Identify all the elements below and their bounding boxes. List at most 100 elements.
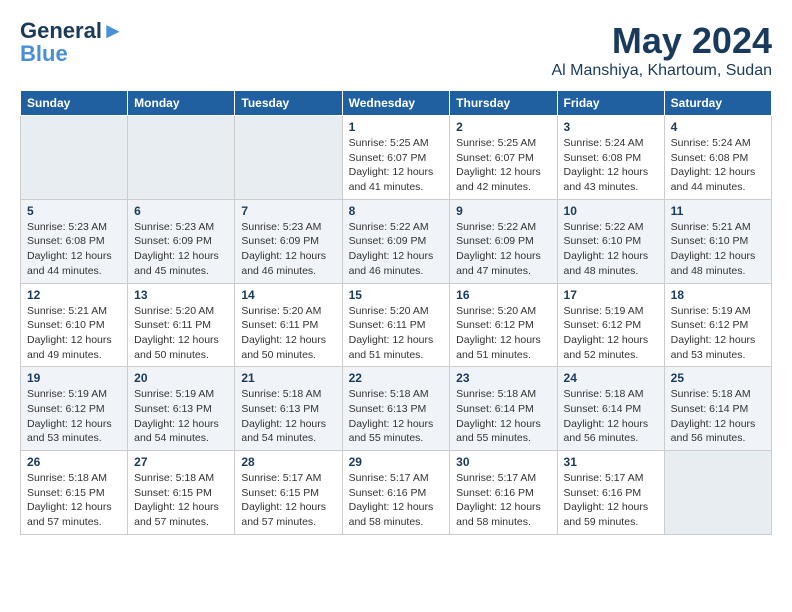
day-info: Sunrise: 5:17 AM Sunset: 6:16 PM Dayligh… <box>564 471 658 530</box>
title-area: May 2024 Al Manshiya, Khartoum, Sudan <box>551 20 772 80</box>
day-number: 21 <box>241 371 335 385</box>
day-number: 7 <box>241 204 335 218</box>
day-number: 20 <box>134 371 228 385</box>
calendar-cell: 7 Sunrise: 5:23 AM Sunset: 6:09 PM Daylig… <box>235 199 342 283</box>
logo: General► Blue <box>20 20 124 66</box>
day-number: 23 <box>456 371 550 385</box>
calendar-cell: 27 Sunrise: 5:18 AM Sunset: 6:15 PM Dayli… <box>128 451 235 535</box>
day-number: 9 <box>456 204 550 218</box>
day-info: Sunrise: 5:24 AM Sunset: 6:08 PM Dayligh… <box>564 136 658 195</box>
page-header: General► Blue May 2024 Al Manshiya, Khar… <box>20 20 772 80</box>
day-info: Sunrise: 5:20 AM Sunset: 6:12 PM Dayligh… <box>456 304 550 363</box>
day-info: Sunrise: 5:17 AM Sunset: 6:16 PM Dayligh… <box>456 471 550 530</box>
day-number: 28 <box>241 455 335 469</box>
calendar-cell: 8Sunrise: 5:22 AM Sunset: 6:09 PM Daylig… <box>342 199 450 283</box>
day-info: Sunrise: 5:25 AM Sunset: 6:07 PM Dayligh… <box>456 136 550 195</box>
day-info: Sunrise: 5:20 AM Sunset: 6:11 PM Dayligh… <box>349 304 444 363</box>
calendar-cell: 6 Sunrise: 5:23 AM Sunset: 6:09 PM Daylig… <box>128 199 235 283</box>
calendar-cell: 21 Sunrise: 5:18 AM Sunset: 6:13 PM Dayli… <box>235 367 342 451</box>
calendar-cell: 11 Sunrise: 5:21 AM Sunset: 6:10 PM Dayli… <box>664 199 771 283</box>
calendar-cell: 29 Sunrise: 5:17 AM Sunset: 6:16 PM Dayli… <box>342 451 450 535</box>
col-thursday: Thursday <box>450 91 557 116</box>
calendar-cell: 15 Sunrise: 5:20 AM Sunset: 6:11 PM Dayli… <box>342 283 450 367</box>
calendar-cell: 12Sunrise: 5:21 AM Sunset: 6:10 PM Dayli… <box>21 283 128 367</box>
calendar-cell: 17 Sunrise: 5:19 AM Sunset: 6:12 PM Dayli… <box>557 283 664 367</box>
calendar-cell <box>235 116 342 200</box>
calendar-cell: 10Sunrise: 5:22 AM Sunset: 6:10 PM Dayli… <box>557 199 664 283</box>
day-number: 29 <box>349 455 444 469</box>
day-info: Sunrise: 5:17 AM Sunset: 6:16 PM Dayligh… <box>349 471 444 530</box>
day-info: Sunrise: 5:22 AM Sunset: 6:10 PM Dayligh… <box>564 220 658 279</box>
day-number: 5 <box>27 204 121 218</box>
day-info: Sunrise: 5:18 AM Sunset: 6:15 PM Dayligh… <box>27 471 121 530</box>
day-info: Sunrise: 5:19 AM Sunset: 6:12 PM Dayligh… <box>671 304 765 363</box>
day-info: Sunrise: 5:20 AM Sunset: 6:11 PM Dayligh… <box>241 304 335 363</box>
calendar-week-row: 1Sunrise: 5:25 AM Sunset: 6:07 PM Daylig… <box>21 116 772 200</box>
day-number: 12 <box>27 288 121 302</box>
calendar-cell: 2 Sunrise: 5:25 AM Sunset: 6:07 PM Daylig… <box>450 116 557 200</box>
day-info: Sunrise: 5:19 AM Sunset: 6:13 PM Dayligh… <box>134 387 228 446</box>
calendar-week-row: 5 Sunrise: 5:23 AM Sunset: 6:08 PM Daylig… <box>21 199 772 283</box>
location: Al Manshiya, Khartoum, Sudan <box>551 62 772 80</box>
day-number: 19 <box>27 371 121 385</box>
day-number: 4 <box>671 120 765 134</box>
day-number: 26 <box>27 455 121 469</box>
calendar-cell: 22 Sunrise: 5:18 AM Sunset: 6:13 PM Dayli… <box>342 367 450 451</box>
day-info: Sunrise: 5:23 AM Sunset: 6:09 PM Dayligh… <box>241 220 335 279</box>
calendar-cell: 30Sunrise: 5:17 AM Sunset: 6:16 PM Dayli… <box>450 451 557 535</box>
day-number: 11 <box>671 204 765 218</box>
day-number: 2 <box>456 120 550 134</box>
day-info: Sunrise: 5:18 AM Sunset: 6:14 PM Dayligh… <box>564 387 658 446</box>
day-info: Sunrise: 5:18 AM Sunset: 6:15 PM Dayligh… <box>134 471 228 530</box>
day-number: 18 <box>671 288 765 302</box>
day-info: Sunrise: 5:17 AM Sunset: 6:15 PM Dayligh… <box>241 471 335 530</box>
day-number: 31 <box>564 455 658 469</box>
day-info: Sunrise: 5:22 AM Sunset: 6:09 PM Dayligh… <box>456 220 550 279</box>
calendar-cell: 25 Sunrise: 5:18 AM Sunset: 6:14 PM Dayli… <box>664 367 771 451</box>
calendar-cell: 13 Sunrise: 5:20 AM Sunset: 6:11 PM Dayli… <box>128 283 235 367</box>
calendar-cell <box>21 116 128 200</box>
calendar-cell: 18 Sunrise: 5:19 AM Sunset: 6:12 PM Dayli… <box>664 283 771 367</box>
day-number: 3 <box>564 120 658 134</box>
day-info: Sunrise: 5:20 AM Sunset: 6:11 PM Dayligh… <box>134 304 228 363</box>
col-friday: Friday <box>557 91 664 116</box>
day-number: 24 <box>564 371 658 385</box>
month-title: May 2024 <box>551 20 772 62</box>
day-number: 27 <box>134 455 228 469</box>
day-info: Sunrise: 5:21 AM Sunset: 6:10 PM Dayligh… <box>671 220 765 279</box>
calendar-cell: 3 Sunrise: 5:24 AM Sunset: 6:08 PM Daylig… <box>557 116 664 200</box>
calendar-cell: 5 Sunrise: 5:23 AM Sunset: 6:08 PM Daylig… <box>21 199 128 283</box>
calendar-cell: 1Sunrise: 5:25 AM Sunset: 6:07 PM Daylig… <box>342 116 450 200</box>
day-number: 13 <box>134 288 228 302</box>
day-info: Sunrise: 5:23 AM Sunset: 6:09 PM Dayligh… <box>134 220 228 279</box>
day-info: Sunrise: 5:18 AM Sunset: 6:13 PM Dayligh… <box>349 387 444 446</box>
day-info: Sunrise: 5:23 AM Sunset: 6:08 PM Dayligh… <box>27 220 121 279</box>
calendar-cell: 19Sunrise: 5:19 AM Sunset: 6:12 PM Dayli… <box>21 367 128 451</box>
day-number: 6 <box>134 204 228 218</box>
calendar-cell: 31 Sunrise: 5:17 AM Sunset: 6:16 PM Dayli… <box>557 451 664 535</box>
day-number: 17 <box>564 288 658 302</box>
calendar-cell: 16Sunrise: 5:20 AM Sunset: 6:12 PM Dayli… <box>450 283 557 367</box>
calendar-cell: 14 Sunrise: 5:20 AM Sunset: 6:11 PM Dayli… <box>235 283 342 367</box>
col-saturday: Saturday <box>664 91 771 116</box>
calendar-week-row: 12Sunrise: 5:21 AM Sunset: 6:10 PM Dayli… <box>21 283 772 367</box>
calendar-cell: 20 Sunrise: 5:19 AM Sunset: 6:13 PM Dayli… <box>128 367 235 451</box>
day-number: 15 <box>349 288 444 302</box>
calendar-cell: 23 Sunrise: 5:18 AM Sunset: 6:14 PM Dayli… <box>450 367 557 451</box>
day-info: Sunrise: 5:18 AM Sunset: 6:14 PM Dayligh… <box>456 387 550 446</box>
calendar-header-row: Sunday Monday Tuesday Wednesday Thursday… <box>21 91 772 116</box>
day-info: Sunrise: 5:25 AM Sunset: 6:07 PM Dayligh… <box>349 136 444 195</box>
day-number: 25 <box>671 371 765 385</box>
day-info: Sunrise: 5:18 AM Sunset: 6:14 PM Dayligh… <box>671 387 765 446</box>
day-info: Sunrise: 5:19 AM Sunset: 6:12 PM Dayligh… <box>564 304 658 363</box>
calendar-table: Sunday Monday Tuesday Wednesday Thursday… <box>20 90 772 535</box>
col-wednesday: Wednesday <box>342 91 450 116</box>
col-sunday: Sunday <box>21 91 128 116</box>
day-info: Sunrise: 5:24 AM Sunset: 6:08 PM Dayligh… <box>671 136 765 195</box>
day-info: Sunrise: 5:18 AM Sunset: 6:13 PM Dayligh… <box>241 387 335 446</box>
day-number: 14 <box>241 288 335 302</box>
col-tuesday: Tuesday <box>235 91 342 116</box>
calendar-week-row: 26 Sunrise: 5:18 AM Sunset: 6:15 PM Dayli… <box>21 451 772 535</box>
calendar-cell <box>128 116 235 200</box>
day-number: 22 <box>349 371 444 385</box>
